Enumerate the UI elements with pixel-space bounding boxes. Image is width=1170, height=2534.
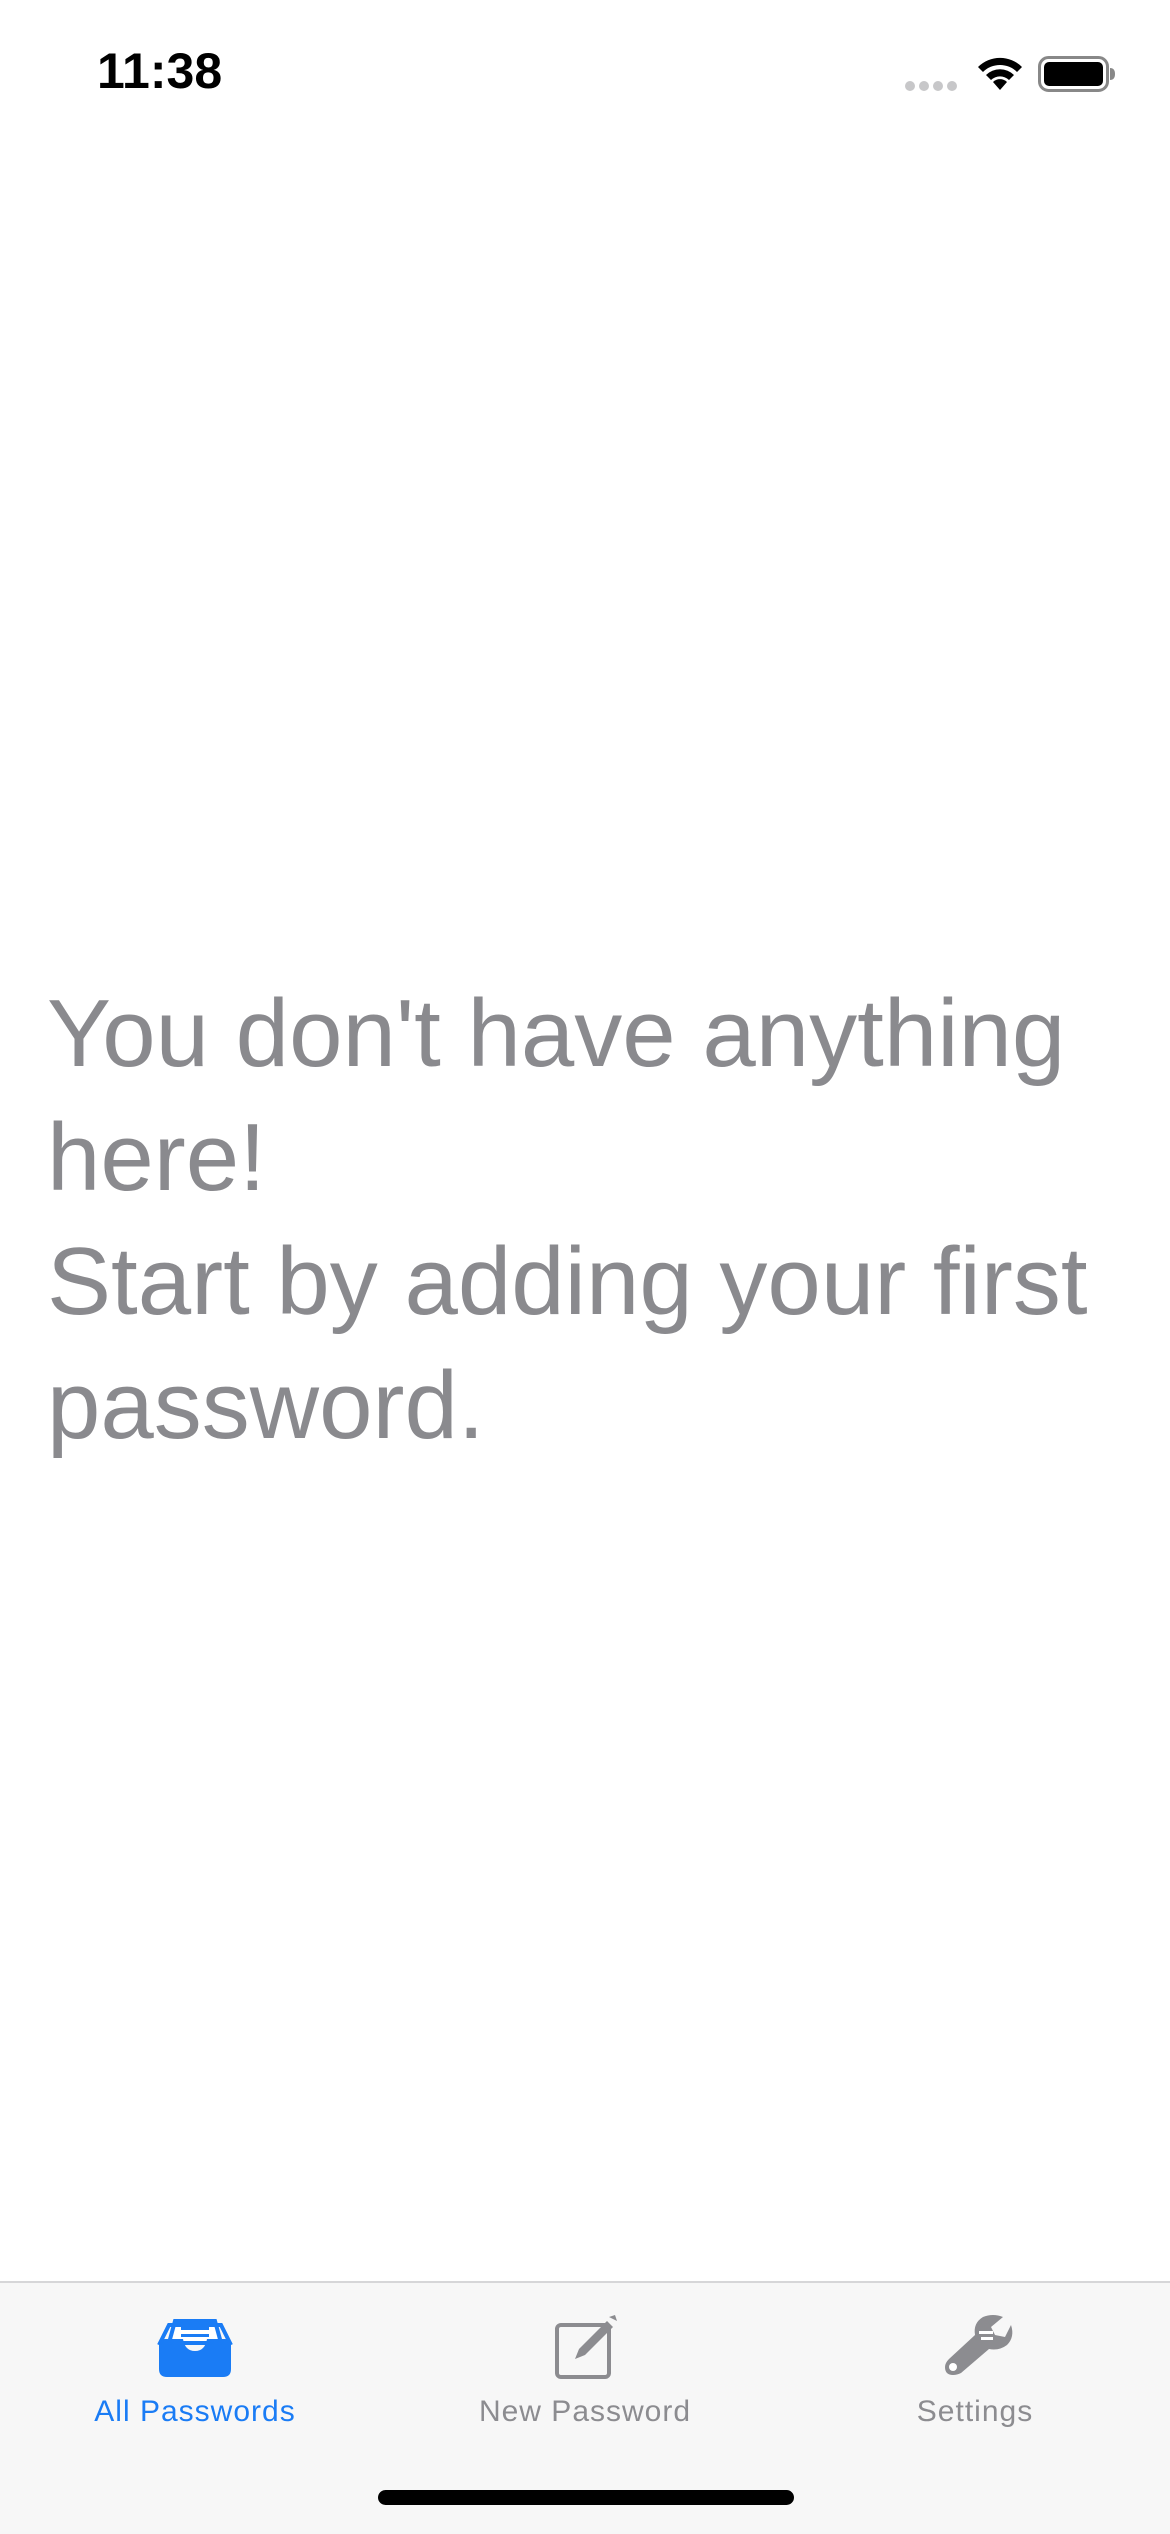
tab-all-passwords[interactable]: All Passwords bbox=[0, 2283, 390, 2463]
tray-icon bbox=[157, 2319, 233, 2377]
tab-label: New Password bbox=[478, 2395, 692, 2428]
status-bar: 11:38 bbox=[0, 0, 1170, 140]
empty-state-message: You don't have anything here! Start by a… bbox=[47, 972, 1127, 1468]
wrench-icon bbox=[945, 2315, 1013, 2375]
wifi-icon bbox=[978, 57, 1022, 90]
battery-icon bbox=[1038, 56, 1115, 92]
tab-settings[interactable]: Settings bbox=[780, 2283, 1170, 2463]
empty-state-line-2: Start by adding your first password. bbox=[47, 1228, 1088, 1459]
empty-state-line-1: You don't have anything here! bbox=[47, 980, 1066, 1211]
tab-label: Settings bbox=[916, 2395, 1034, 2428]
compose-icon bbox=[555, 2315, 617, 2379]
home-indicator[interactable] bbox=[378, 2490, 794, 2505]
tab-new-password[interactable]: New Password bbox=[390, 2283, 780, 2463]
status-time: 11:38 bbox=[97, 43, 223, 99]
cellular-signal-icon bbox=[905, 81, 957, 91]
tab-label: All Passwords bbox=[94, 2395, 296, 2428]
